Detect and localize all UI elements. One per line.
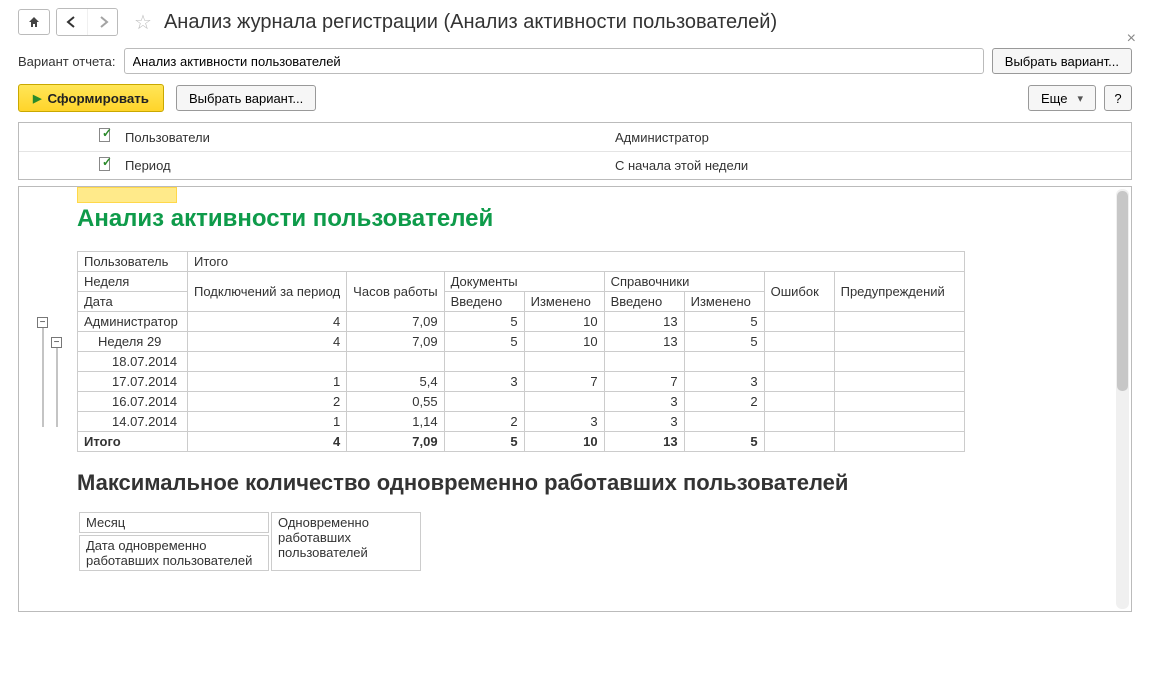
arrow-right-icon	[97, 16, 109, 28]
col-concurrent-count: Одновременно работавших пользователей	[271, 512, 421, 571]
col-week: Неделя	[78, 272, 188, 292]
col-user: Пользователь	[78, 252, 188, 272]
variant-label: Вариант отчета:	[18, 54, 116, 69]
subreport-title: Максимальное количество одновременно раб…	[77, 470, 1131, 496]
play-icon: ▶	[33, 92, 41, 105]
table-row[interactable]: 14.07.201411,14233	[78, 412, 965, 432]
nav-history	[56, 8, 118, 36]
tree-collapse-week[interactable]: −	[51, 337, 62, 348]
arrow-left-icon	[66, 16, 78, 28]
col-doc-added: Введено	[444, 292, 524, 312]
col-doc-changed: Изменено	[524, 292, 604, 312]
home-icon	[27, 15, 41, 29]
table-row[interactable]: Неделя 2947,09510135	[78, 332, 965, 352]
param-name: Период	[125, 158, 615, 173]
choose-variant-button[interactable]: Выбрать вариант...	[176, 85, 316, 111]
col-ref-added: Введено	[604, 292, 684, 312]
vertical-scrollbar[interactable]	[1116, 189, 1129, 609]
more-menu-button[interactable]: Еще	[1028, 85, 1096, 111]
help-button[interactable]: ?	[1104, 85, 1132, 111]
col-warnings: Предупреждений	[834, 272, 964, 312]
report-area: − − Анализ активности пользователей Поль…	[18, 186, 1132, 612]
table-row[interactable]: 16.07.201420,5532	[78, 392, 965, 412]
col-errors: Ошибок	[764, 272, 834, 312]
params-panel: Пользователи Администратор Период С нача…	[18, 122, 1132, 180]
scrollbar-thumb[interactable]	[1117, 191, 1128, 391]
table-row[interactable]: Администратор47,09510135	[78, 312, 965, 332]
param-value: Администратор	[615, 130, 1131, 145]
param-row-users[interactable]: Пользователи Администратор	[19, 123, 1131, 151]
col-date: Дата	[78, 292, 188, 312]
report-title: Анализ активности пользователей	[77, 205, 1131, 233]
clipboard-check-icon	[97, 128, 115, 146]
col-total: Итого	[188, 252, 965, 272]
concurrent-users-table: Месяц Одновременно работавших пользовате…	[77, 510, 423, 573]
home-button[interactable]	[18, 9, 50, 35]
activity-table: Пользователь Итого Неделя Подключений за…	[77, 251, 965, 452]
col-connections: Подключений за период	[188, 272, 347, 312]
col-hours: Часов работы	[347, 272, 444, 312]
run-report-label: Сформировать	[47, 91, 149, 106]
tree-collapse-admin[interactable]: −	[37, 317, 48, 328]
col-docs: Документы	[444, 272, 604, 292]
choose-variant-top-button[interactable]: Выбрать вариант...	[992, 48, 1132, 74]
clipboard-check-icon	[97, 157, 115, 175]
run-report-button[interactable]: ▶ Сформировать	[18, 84, 164, 112]
back-button[interactable]	[57, 9, 87, 35]
total-row: Итого 4 7,09 5 10 13 5	[78, 432, 965, 452]
page-title: Анализ журнала регистрации (Анализ актив…	[164, 11, 777, 34]
close-button[interactable]: ×	[1127, 30, 1136, 48]
variant-input[interactable]	[124, 48, 984, 74]
table-row[interactable]: 17.07.201415,43773	[78, 372, 965, 392]
selection-highlight	[77, 187, 177, 203]
param-value: С начала этой недели	[615, 158, 1131, 173]
col-ref-changed: Изменено	[684, 292, 764, 312]
param-name: Пользователи	[125, 130, 615, 145]
table-row[interactable]: 18.07.2014	[78, 352, 965, 372]
col-concurrent-date: Дата одновременно работавших пользовател…	[79, 535, 269, 571]
col-month: Месяц	[79, 512, 269, 533]
param-row-period[interactable]: Период С начала этой недели	[19, 151, 1131, 179]
favorite-star-icon[interactable]: ☆	[134, 10, 152, 35]
forward-button[interactable]	[87, 9, 117, 35]
col-refs: Справочники	[604, 272, 764, 292]
